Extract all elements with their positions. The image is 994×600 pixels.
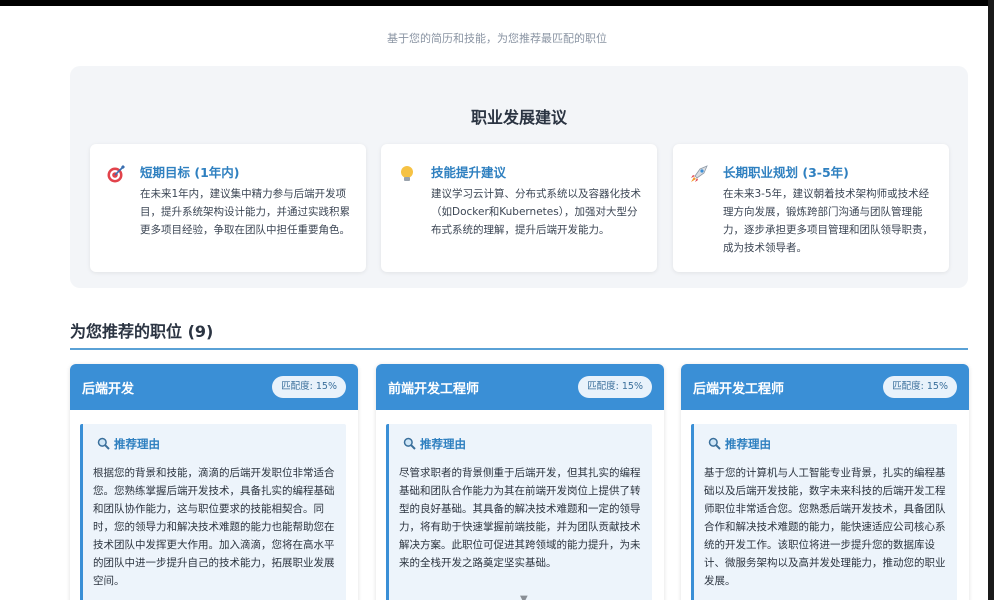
- advice-card-long-term: 长期职业规划 (3-5年) 在未来3-5年，建议朝着技术架构师或技术经理方向发展…: [673, 144, 949, 272]
- reason-label: 推荐理由: [725, 437, 771, 451]
- page: 基于您的简历和技能，为您推荐最匹配的职位 职业发展建议 短期目标 (1年内) 在…: [0, 6, 994, 600]
- reason-heading: 推荐理由: [403, 436, 466, 452]
- target-icon: [106, 164, 126, 184]
- job-card-header: 后端开发工程师 匹配度: 15%: [681, 364, 969, 410]
- recommended-jobs-heading: 为您推荐的职位 (9): [70, 322, 214, 341]
- advice-card-skills: 技能提升建议 建议学习云计算、分布式系统以及容器化技术（如Docker和Kube…: [381, 144, 657, 272]
- search-icon: [403, 437, 416, 450]
- job-title[interactable]: 后端开发: [82, 378, 134, 397]
- section-divider: [70, 348, 968, 350]
- advice-card-short-term: 短期目标 (1年内) 在未来1年内，建议集中精力参与后端开发项目，提升系统架构设…: [90, 144, 366, 272]
- window-edge: [988, 0, 994, 600]
- rocket-icon: [689, 164, 709, 184]
- advice-card-body: 在未来3-5年，建议朝着技术架构师或技术经理方向发展，锻炼跨部门沟通与团队管理能…: [723, 188, 933, 254]
- match-badge: 匹配度: 15%: [272, 376, 346, 398]
- recommendation-reason-box: 推荐理由 基于您的计算机与人工智能专业背景，扎实的编程基础以及后端开发技能，数字…: [691, 424, 957, 600]
- reason-text: 根据您的背景和技能，滴滴的后端开发职位非常适合您。您熟练掌握后端开发技术，具备扎…: [93, 467, 335, 587]
- job-card-header: 前端开发工程师 匹配度: 15%: [376, 364, 664, 410]
- advice-card-body: 建议学习云计算、分布式系统以及容器化技术（如Docker和Kubernetes）…: [431, 188, 641, 236]
- reason-label: 推荐理由: [420, 437, 466, 451]
- reason-heading: 推荐理由: [97, 436, 160, 452]
- lightbulb-icon: [397, 164, 417, 184]
- job-card-backend[interactable]: 后端开发 匹配度: 15% 推荐理由 根据您的背景和技能，滴滴的后端开发职位非常…: [70, 364, 358, 600]
- page-subtitle: 基于您的简历和技能，为您推荐最匹配的职位: [387, 32, 607, 45]
- reason-text: 尽管求职者的背景侧重于后端开发，但其扎实的编程基础和团队合作能力为其在前端开发岗…: [399, 467, 641, 569]
- advice-card-title: 长期职业规划 (3-5年): [723, 165, 849, 180]
- job-card-backend-engineer[interactable]: 后端开发工程师 匹配度: 15% 推荐理由 基于您的计算机与人工智能专业背景，扎…: [681, 364, 969, 600]
- recommendation-reason-box: 推荐理由 尽管求职者的背景侧重于后端开发，但其扎实的编程基础和团队合作能力为其在…: [386, 424, 652, 600]
- job-title[interactable]: 后端开发工程师: [693, 378, 784, 397]
- reason-heading: 推荐理由: [708, 436, 771, 452]
- match-badge: 匹配度: 15%: [578, 376, 652, 398]
- job-card-header: 后端开发 匹配度: 15%: [70, 364, 358, 410]
- recommendation-reason-box: 推荐理由 根据您的背景和技能，滴滴的后端开发职位非常适合您。您熟练掌握后端开发技…: [80, 424, 346, 600]
- advice-card-title: 短期目标 (1年内): [140, 165, 240, 180]
- scroll-down-indicator[interactable]: ▼: [520, 594, 528, 600]
- job-title[interactable]: 前端开发工程师: [388, 378, 479, 397]
- advice-card-body: 在未来1年内，建议集中精力参与后端开发项目，提升系统架构设计能力，并通过实践积累…: [140, 188, 350, 236]
- search-icon: [708, 437, 721, 450]
- reason-text: 基于您的计算机与人工智能专业背景，扎实的编程基础以及后端开发技能，数字未来科技的…: [704, 467, 946, 587]
- career-advice-panel: 职业发展建议 短期目标 (1年内) 在未来1年内，建议集中精力参与后端开发项目，…: [70, 66, 968, 288]
- reason-label: 推荐理由: [114, 437, 160, 451]
- career-advice-title: 职业发展建议: [470, 108, 567, 127]
- match-badge: 匹配度: 15%: [883, 376, 957, 398]
- search-icon: [97, 437, 110, 450]
- job-card-frontend[interactable]: 前端开发工程师 匹配度: 15% 推荐理由 尽管求职者的背景侧重于后端开发，但其…: [376, 364, 664, 600]
- advice-card-title: 技能提升建议: [431, 165, 507, 180]
